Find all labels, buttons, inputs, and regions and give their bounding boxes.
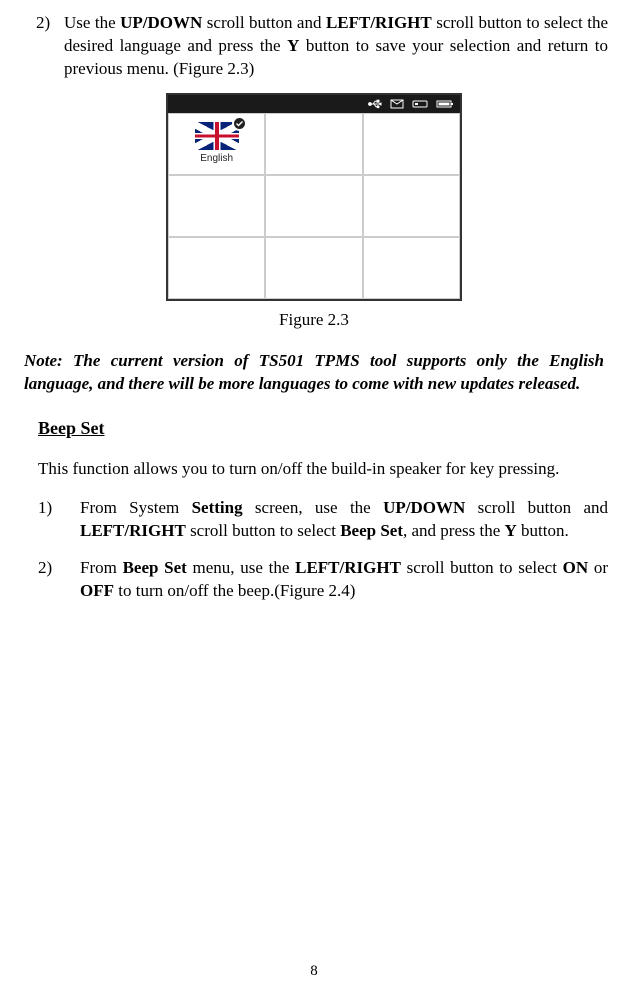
t: menu, use the (187, 558, 295, 577)
kw: ON (563, 558, 589, 577)
page-number: 8 (0, 961, 628, 981)
kw: Y (505, 521, 517, 540)
step-number: 1) (38, 497, 80, 543)
language-cell-empty (168, 237, 265, 299)
kw: UP/DOWN (383, 498, 465, 517)
figure-caption: Figure 2.3 (20, 309, 608, 332)
t: , and press the (403, 521, 505, 540)
step-number: 2) (38, 557, 80, 603)
t: scroll button and (465, 498, 608, 517)
mail-icon (390, 99, 404, 109)
step-number: 2) (20, 12, 64, 81)
t: screen, use the (243, 498, 383, 517)
note-text: Note: The current version of TS501 TPMS … (20, 350, 608, 396)
language-cell-empty (265, 237, 362, 299)
kw-y: Y (287, 36, 299, 55)
step-2: 2) Use the UP/DOWN scroll button and LEF… (20, 12, 608, 81)
device-screenshot: English (166, 93, 462, 301)
t: From System (80, 498, 192, 517)
kw: OFF (80, 581, 114, 600)
step-text: From System Setting screen, use the UP/D… (80, 497, 608, 543)
t: to turn on/off the beep.(Figure 2.4) (114, 581, 355, 600)
t: scroll button and (202, 13, 326, 32)
language-cell-empty (363, 113, 460, 175)
kw: Beep Set (123, 558, 187, 577)
kw: LEFT/RIGHT (80, 521, 186, 540)
language-label: English (200, 152, 233, 166)
language-cell-english: English (168, 113, 265, 175)
usb-icon (368, 99, 382, 109)
language-cell-empty (363, 175, 460, 237)
beep-step-1: 1) From System Setting screen, use the U… (20, 497, 608, 543)
kw-updown: UP/DOWN (120, 13, 202, 32)
kw: Beep Set (340, 521, 403, 540)
beep-step-2: 2) From Beep Set menu, use the LEFT/RIGH… (20, 557, 608, 603)
step-text: From Beep Set menu, use the LEFT/RIGHT s… (80, 557, 608, 603)
device-statusbar (168, 95, 460, 113)
language-cell-empty (265, 113, 362, 175)
language-cell-empty (265, 175, 362, 237)
battery-icon (436, 99, 454, 109)
language-cell-empty (168, 175, 265, 237)
t: button. (517, 521, 569, 540)
flag-wrap (195, 122, 239, 150)
t: or (588, 558, 608, 577)
figure-2-3: English (20, 93, 608, 301)
section-heading-beep-set: Beep Set (20, 416, 608, 440)
language-grid: English (168, 113, 460, 299)
card-icon (412, 99, 428, 109)
step-text: Use the UP/DOWN scroll button and LEFT/R… (64, 12, 608, 81)
selected-check-icon (232, 116, 247, 131)
section-description: This function allows you to turn on/off … (20, 458, 608, 481)
kw: Setting (192, 498, 243, 517)
language-cell-empty (363, 237, 460, 299)
kw: LEFT/RIGHT (295, 558, 401, 577)
kw-leftright: LEFT/RIGHT (326, 13, 432, 32)
t: scroll button to select (186, 521, 340, 540)
t: From (80, 558, 123, 577)
t: Use the (64, 13, 120, 32)
t: scroll button to select (401, 558, 563, 577)
